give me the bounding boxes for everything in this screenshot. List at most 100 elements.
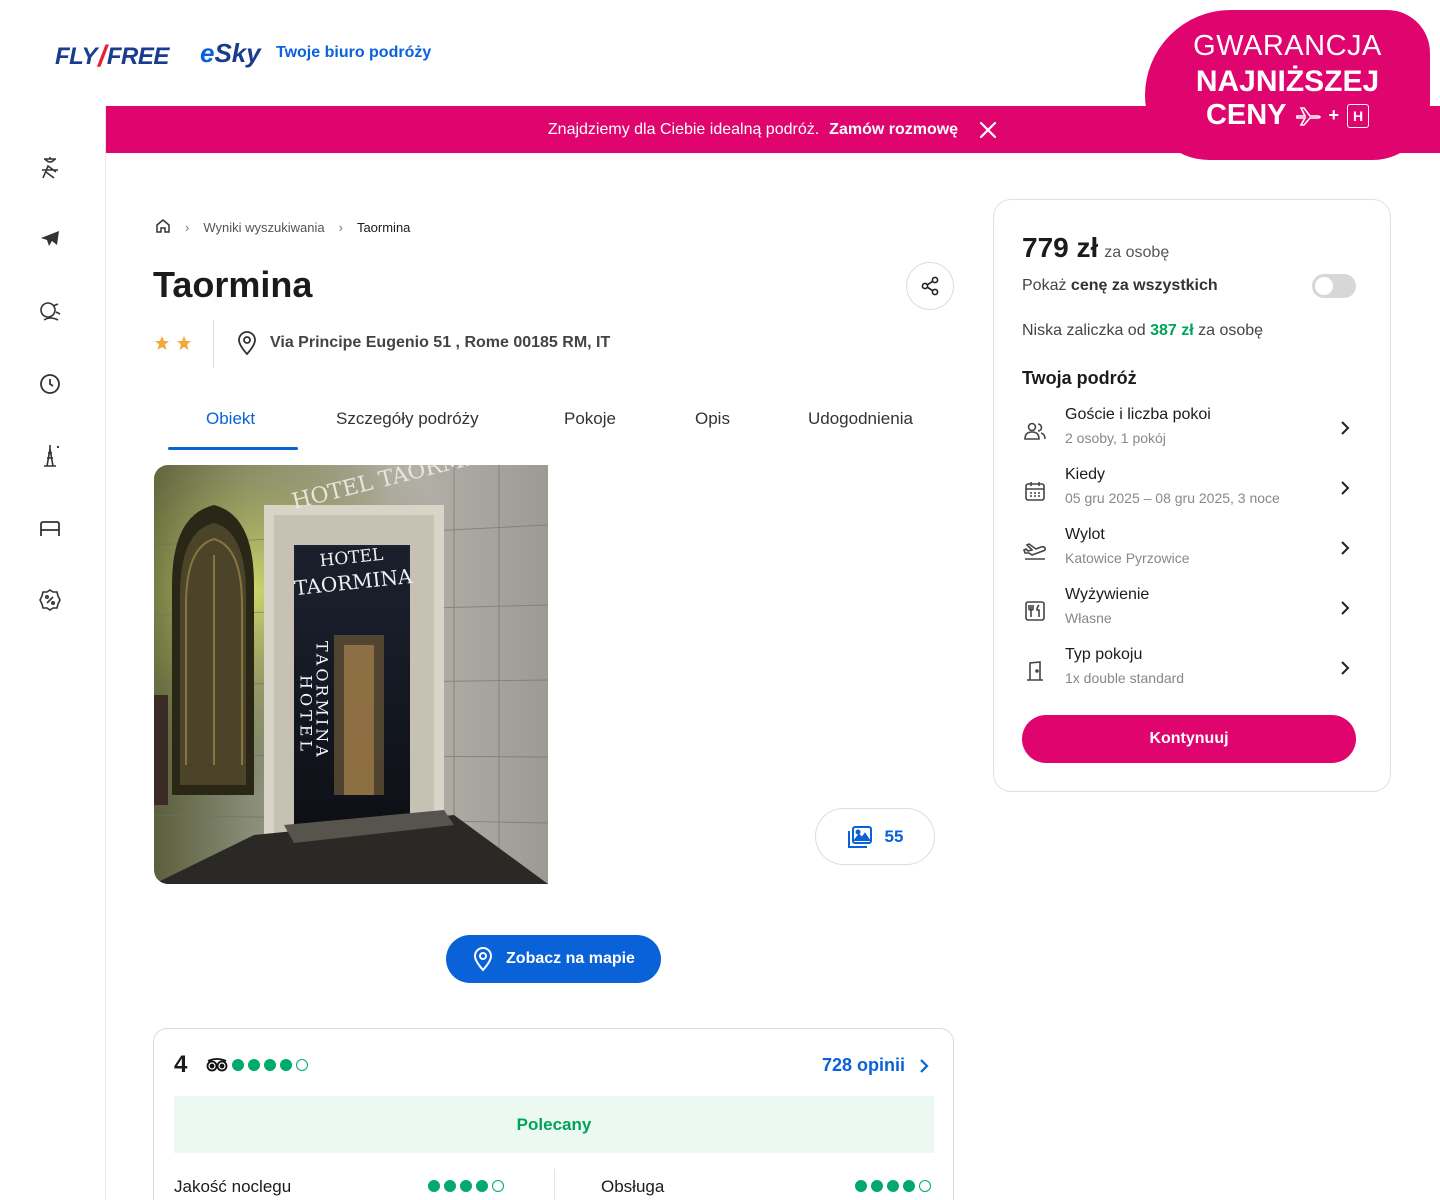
divider [213,320,214,368]
reviews-count-label: 728 opinii [821,1055,905,1075]
rating-bubble-filled [871,1180,883,1192]
hotel-title: Taormina [153,264,313,305]
breadcrumb-search-results[interactable]: Wyniki wyszukiwania [203,220,324,235]
gallery-button[interactable]: 55 [815,808,935,865]
rating-bubble-filled [855,1180,867,1192]
toggle-label: Pokaż cenę za wszystkich [1022,277,1218,295]
option-room-type-label: Typ pokoju [1065,646,1143,663]
plane-icon[interactable] [38,228,62,252]
rating-bubble-filled [476,1180,488,1192]
price-per-person: za osobę [1104,244,1170,261]
option-room-type[interactable]: Typ pokoju 1x double standard [1022,646,1356,696]
rating-bubble-filled [428,1180,440,1192]
show-on-map-label: Zobacz na mapie [506,950,635,967]
esky-logo-rest: Sky [214,38,261,68]
tab-travel-details[interactable]: Szczegóły podróży [336,409,479,429]
badge-line-3: CENY + H [1145,99,1430,132]
location-pin-icon [238,331,256,356]
rating-label-service: Obsługa [601,1177,665,1196]
badge-line-3-text: CENY [1205,99,1287,131]
hotel-photo[interactable]: HOTEL TAORMINA HOTEL TAORMINA HOTEL TAOR… [154,465,548,884]
flyfree-logo-right: FREE [106,43,170,70]
option-departure[interactable]: Wylot Katowice Pyrzowice [1022,526,1356,576]
deposit-prefix: Niska zaliczka od [1022,322,1146,339]
chevron-right-icon [1340,480,1350,501]
discount-badge-icon[interactable] [38,588,62,612]
rating-bubble-empty [296,1059,308,1071]
rating-bubble-filled [460,1180,472,1192]
breadcrumb-current: Taormina [356,220,411,235]
badge-plus: + [1328,105,1340,125]
rating-bubble-filled [264,1059,276,1071]
flyfree-logo-left: FLY [55,43,98,70]
hotel-address: Via Principe Eugenio 51 , Rome 00185 RM,… [236,330,610,356]
plane-outline-icon [1295,106,1321,126]
island-icon[interactable] [38,300,62,324]
breadcrumb-separator-icon: › [185,220,190,235]
flyfree-logo[interactable]: FLY/FREE [55,38,170,73]
tab-description[interactable]: Opis [695,409,730,429]
rating-bubble-filled [232,1059,244,1071]
chevron-right-icon [1340,420,1350,441]
esky-logo[interactable]: eSky [200,38,261,69]
rating-service-bubbles [855,1180,931,1192]
eiffel-tower-icon[interactable] [38,444,62,468]
share-button[interactable] [906,262,954,310]
deposit-info: Niska zaliczka od 387 zł za osobę [1022,322,1263,340]
flyfree-slash-icon: / [98,40,106,73]
option-meals-value: Własne [1065,610,1112,626]
tripadvisor-rating [206,1058,308,1072]
lowest-price-guarantee-badge[interactable]: GWARANCJA NAJNIŻSZEJ CENY + H [1145,10,1430,160]
booking-panel: 779 zł za osobę Pokaż cenę za wszystkich… [993,199,1391,792]
beach-chair-icon[interactable] [38,156,62,180]
option-dates-label: Kiedy [1065,466,1106,483]
show-on-map-button[interactable]: Zobacz na mapie [446,935,661,983]
chevron-right-icon [1340,540,1350,561]
tab-amenities[interactable]: Udogodnienia [808,409,913,429]
close-icon[interactable] [978,120,998,140]
option-guests[interactable]: Goście i liczba pokoi 2 osoby, 1 pokój [1022,406,1356,456]
rating-bubble-filled [444,1180,456,1192]
option-departure-value: Katowice Pyrzowice [1065,550,1190,566]
badge-line-2: NAJNIŻSZEJ [1195,65,1380,98]
tab-obiekt[interactable]: Obiekt [206,409,255,429]
door-icon [1022,658,1048,684]
gallery-count: 55 [884,826,904,846]
star-icon [177,336,191,350]
hotel-box-icon: H [1347,103,1370,128]
home-icon[interactable] [155,218,171,237]
left-navigation-rail [0,106,106,1200]
star-icon [155,336,169,350]
share-icon [921,276,939,296]
last-minute-clock-icon[interactable] [38,372,62,396]
rating-bubble-filled [280,1059,292,1071]
rating-bubble-empty [492,1180,504,1192]
toggle-label-bold: cenę za wszystkich [1070,277,1218,294]
option-departure-label: Wylot [1065,526,1105,543]
reviews-count-link[interactable]: 728 opinii [822,1055,929,1076]
continue-button[interactable]: Kontynuuj [1022,715,1356,763]
tripadvisor-owl-icon [206,1058,228,1072]
hotel-address-text: Via Principe Eugenio 51 , Rome 00185 RM,… [270,334,611,351]
rating-quality-bubbles [428,1180,504,1192]
breadcrumb-separator-icon: › [338,220,343,235]
tab-rooms[interactable]: Pokoje [564,409,616,429]
total-price-toggle[interactable] [1312,274,1356,298]
departure-icon [1022,538,1048,564]
order-call-link[interactable]: Zamów rozmowę [829,121,958,139]
rating-label-quality: Jakość noclegu [174,1177,292,1196]
badge-line-1: GWARANCJA [1193,30,1382,62]
section-tabs: Obiekt Szczegóły podróży Pokoje Opis Udo… [168,395,948,451]
photos-icon [847,825,872,848]
rating-bubble-filled [248,1059,260,1071]
bed-icon[interactable] [38,516,62,540]
reviews-card: 4 728 opinii Polecany Jakość noclegu Obs… [153,1028,954,1200]
chevron-right-icon [1340,660,1350,681]
option-dates[interactable]: Kiedy 05 gru 2025 – 08 gru 2025, 3 noce [1022,466,1356,516]
chevron-right-icon [920,1058,929,1073]
price: 779 zł za osobę [1022,232,1169,264]
deposit-amount: 387 zł [1150,322,1194,339]
option-meals[interactable]: Wyżywienie Własne [1022,586,1356,636]
option-guests-label: Goście i liczba pokoi [1065,406,1211,423]
meal-icon [1022,598,1048,624]
